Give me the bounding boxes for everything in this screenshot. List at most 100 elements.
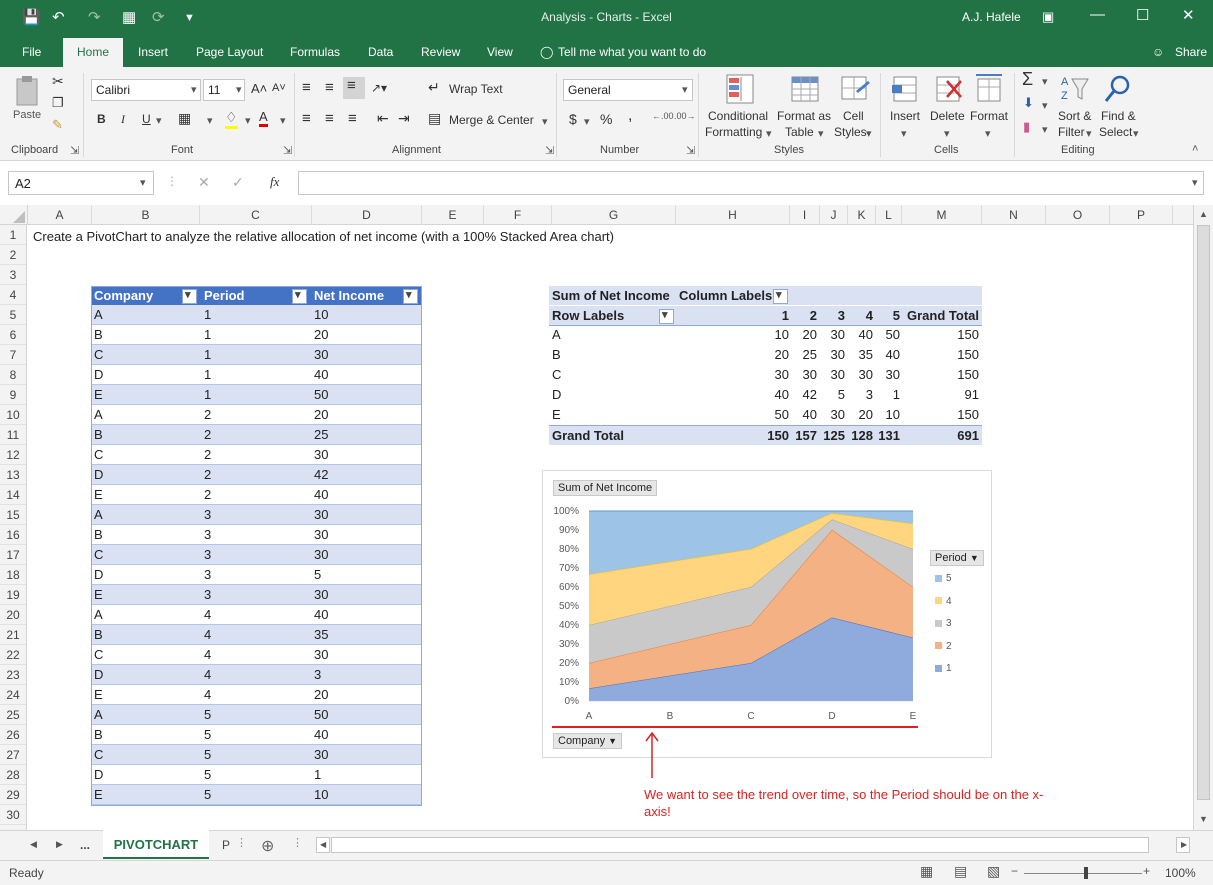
table-cell[interactable]: 3 (201, 545, 311, 565)
legend-field-button[interactable]: Period ▼ (930, 550, 984, 566)
table-cell[interactable]: 5 (311, 565, 422, 585)
pivot-value[interactable]: 30 (863, 365, 903, 385)
font-color-icon[interactable]: A (259, 109, 268, 127)
expand-formula-icon[interactable]: ▾ (1192, 176, 1198, 189)
pivot-row-label[interactable]: B (549, 345, 649, 365)
table-cell[interactable]: D (91, 665, 201, 685)
filter-dropdown-icon[interactable] (292, 288, 307, 304)
scroll-right-icon[interactable]: ▶ (1176, 837, 1190, 853)
column-header-n[interactable]: N (982, 205, 1046, 225)
table-cell[interactable]: 30 (311, 645, 422, 665)
alignment-launcher-icon[interactable]: ⇲ (545, 144, 554, 157)
table-cell[interactable]: A (91, 505, 201, 525)
pivot-grand-total-value[interactable]: 131 (863, 426, 903, 446)
find-select-line1[interactable]: Find & (1101, 109, 1136, 123)
tab-review[interactable]: Review (421, 45, 460, 59)
table-cell[interactable]: 5 (201, 725, 311, 745)
table-cell[interactable]: 40 (311, 605, 422, 625)
table-cell[interactable]: E (91, 685, 201, 705)
page-layout-view-icon[interactable]: ▤ (954, 863, 967, 880)
chevron-down-icon[interactable]: ▾ (140, 176, 146, 189)
increase-decimal-icon[interactable]: ←.00 (652, 111, 674, 121)
decrease-decimal-icon[interactable]: .00→ (674, 111, 696, 121)
cell-styles-line1[interactable]: Cell (843, 109, 864, 123)
table-cell[interactable]: 4 (201, 625, 311, 645)
row-header-15[interactable]: 15 (0, 505, 26, 525)
table-cell[interactable]: B (91, 525, 201, 545)
table-cell[interactable]: 3 (201, 505, 311, 525)
paste-icon[interactable] (14, 75, 40, 109)
clear-icon[interactable]: ▮ (1023, 119, 1030, 135)
table-cell[interactable]: 5 (201, 785, 311, 805)
format-as-table-button[interactable]: Table (785, 125, 814, 139)
column-header-o[interactable]: O (1046, 205, 1110, 225)
sort-filter-line1[interactable]: Sort & (1058, 109, 1091, 123)
align-right-icon[interactable]: ≡ (348, 110, 357, 127)
column-header-g[interactable]: G (552, 205, 676, 225)
row-header-2[interactable]: 2 (0, 245, 26, 265)
decrease-indent-icon[interactable]: ⇤ (377, 110, 389, 127)
insert-function-button[interactable]: fx (270, 174, 279, 190)
tab-view[interactable]: View (487, 45, 513, 59)
table-cell[interactable]: 35 (311, 625, 422, 645)
pivot-row-labels[interactable]: Row Labels (549, 306, 677, 326)
normal-view-icon[interactable]: ▦ (920, 863, 933, 880)
page-break-view-icon[interactable]: ▧ (987, 863, 1000, 880)
table-cell[interactable]: 4 (201, 645, 311, 665)
table-cell[interactable]: 1 (201, 385, 311, 405)
more-sheets-icon[interactable]: ⋮ (236, 836, 247, 849)
table-cell[interactable]: 3 (201, 585, 311, 605)
enter-icon[interactable]: ✓ (232, 174, 244, 191)
column-header-a[interactable]: A (28, 205, 92, 225)
scroll-left-icon[interactable]: ◀ (316, 837, 330, 853)
table-cell[interactable]: 40 (311, 365, 422, 385)
pivot-row-label[interactable]: E (549, 405, 649, 425)
table-cell[interactable]: 50 (311, 705, 422, 725)
tell-me-search[interactable]: Tell me what you want to do (558, 45, 706, 59)
tab-home[interactable]: Home (63, 38, 124, 67)
sheet-tab-pivotchart[interactable]: PIVOTCHART (103, 830, 209, 859)
underline-button[interactable]: U (142, 112, 151, 126)
zoom-out-button[interactable]: − (1011, 864, 1018, 878)
row-header-9[interactable]: 9 (0, 385, 26, 405)
table-cell[interactable]: 30 (311, 585, 422, 605)
scroll-thumb[interactable] (1197, 225, 1210, 800)
splitter-icon[interactable]: ⋮ (292, 836, 303, 849)
increase-indent-icon[interactable]: ⇥ (398, 110, 410, 127)
filter-dropdown-icon[interactable] (403, 288, 418, 304)
table-cell[interactable]: C (91, 645, 201, 665)
row-header-14[interactable]: 14 (0, 485, 26, 505)
clipboard-launcher-icon[interactable]: ⇲ (70, 144, 79, 157)
borders-icon[interactable]: ▦ (178, 110, 191, 127)
format-painter-icon[interactable]: ✎ (52, 117, 63, 133)
currency-button[interactable]: $ (569, 111, 577, 127)
pivot-row-label[interactable]: D (549, 385, 649, 405)
row-header-18[interactable]: 18 (0, 565, 26, 585)
table-cell[interactable]: 1 (201, 305, 311, 325)
align-center-icon[interactable]: ≡ (325, 110, 334, 127)
table-cell[interactable]: D (91, 765, 201, 785)
table-cell[interactable]: D (91, 565, 201, 585)
row-header-20[interactable]: 20 (0, 605, 26, 625)
fill-icon[interactable]: ⬇ (1023, 95, 1034, 111)
table-cell[interactable]: A (91, 305, 201, 325)
table-cell[interactable]: 40 (311, 485, 422, 505)
table-cell[interactable]: B (91, 625, 201, 645)
pivot-row-total[interactable]: 150 (902, 325, 982, 345)
tab-data[interactable]: Data (368, 45, 393, 59)
merge-center-button[interactable]: Merge & Center (449, 113, 534, 127)
pivot-value[interactable]: 40 (863, 345, 903, 365)
table-cell[interactable]: 30 (311, 445, 422, 465)
pivot-row-total[interactable]: 150 (902, 345, 982, 365)
table-cell[interactable]: E (91, 485, 201, 505)
cell-styles-button[interactable]: Styles (834, 125, 867, 139)
increase-font-icon[interactable]: A˄ (251, 81, 267, 96)
column-header-f[interactable]: F (484, 205, 552, 225)
table-cell[interactable]: 30 (311, 345, 422, 365)
pivot-value[interactable]: 10 (863, 405, 903, 425)
table-cell[interactable]: 2 (201, 465, 311, 485)
table-cell[interactable]: 1 (311, 765, 422, 785)
column-header-e[interactable]: E (422, 205, 484, 225)
percent-button[interactable]: % (600, 111, 612, 127)
table-cell[interactable]: A (91, 405, 201, 425)
